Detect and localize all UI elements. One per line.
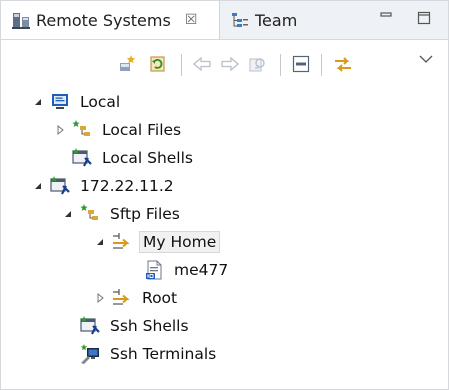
tree-node-my-home[interactable]: My Home [93, 229, 221, 255]
collapsed-twisty-icon[interactable] [93, 291, 107, 305]
back-icon[interactable] [191, 53, 213, 75]
filter-folder-icon [111, 287, 133, 309]
refresh-icon[interactable] [147, 53, 169, 75]
tree-node-label: Root [142, 289, 178, 307]
new-connection-icon[interactable] [116, 53, 138, 75]
tree-node-local-files[interactable]: Local Files [53, 117, 184, 143]
tree-node-sftp-files[interactable]: Sftp Files [61, 201, 183, 227]
tree-node-ssh-terminals[interactable]: Ssh Terminals [61, 341, 219, 367]
minimize-icon[interactable] [377, 9, 395, 27]
tree-node-local[interactable]: Local [31, 89, 123, 115]
tree-node-ssh-shells[interactable]: Ssh Shells [61, 313, 192, 339]
maximize-icon[interactable] [415, 9, 433, 27]
remote-systems-view: Remote Systems ☒ Team Local Local Files … [0, 0, 449, 390]
toolbar-separator [280, 54, 281, 76]
filter-folder-icon [111, 231, 133, 253]
view-menu-icon[interactable] [415, 49, 437, 71]
expanded-twisty-icon[interactable] [31, 95, 45, 109]
tree-node-label: 172.22.11.2 [80, 177, 174, 195]
toolbar-separator [321, 54, 322, 76]
tab-remote-systems[interactable]: Remote Systems ☒ [1, 1, 220, 39]
collapse-all-icon[interactable] [290, 53, 312, 75]
tab-label: Remote Systems [36, 10, 171, 30]
tree-node-host[interactable]: 172.22.11.2 [31, 173, 177, 199]
link-with-editor-icon[interactable] [332, 53, 354, 75]
shell-subsystem-icon [79, 315, 101, 337]
binary-file-icon [143, 259, 165, 281]
tree-node-me477[interactable]: me477 [125, 257, 231, 283]
shell-subsystem-icon [71, 147, 93, 169]
expanded-twisty-icon[interactable] [31, 179, 45, 193]
file-subsystem-icon [79, 203, 101, 225]
team-icon [230, 10, 250, 30]
tab-label: Team [255, 10, 298, 30]
expanded-twisty-icon[interactable] [61, 207, 75, 221]
toolbar-separator [181, 54, 182, 76]
local-system-icon [49, 91, 71, 113]
collapsed-twisty-icon[interactable] [53, 123, 67, 137]
close-tab-icon[interactable]: ☒ [185, 12, 198, 28]
view-tab-bar: Remote Systems ☒ Team [1, 1, 448, 40]
terminal-subsystem-icon [79, 343, 101, 365]
tree-node-label: Local Shells [102, 149, 193, 167]
tree-node-label: My Home [139, 231, 221, 253]
tree-node-label: Sftp Files [110, 205, 180, 223]
tree-node-local-shells[interactable]: Local Shells [53, 145, 196, 171]
tree-node-label: Ssh Terminals [110, 345, 217, 363]
home-icon[interactable] [246, 53, 268, 75]
tab-team[interactable]: Team [220, 1, 340, 39]
tree-node-label: Local [80, 93, 121, 111]
tree-node-label: me477 [174, 261, 229, 279]
tree-node-label: Ssh Shells [110, 317, 189, 335]
view-toolbar [1, 45, 448, 79]
tree-node-root[interactable]: Root [93, 285, 180, 311]
tree-node-label: Local Files [102, 121, 182, 139]
expanded-twisty-icon[interactable] [93, 235, 107, 249]
file-subsystem-icon [71, 119, 93, 141]
forward-icon[interactable] [219, 53, 241, 75]
remote-systems-icon [11, 10, 31, 30]
ssh-connection-icon [49, 175, 71, 197]
